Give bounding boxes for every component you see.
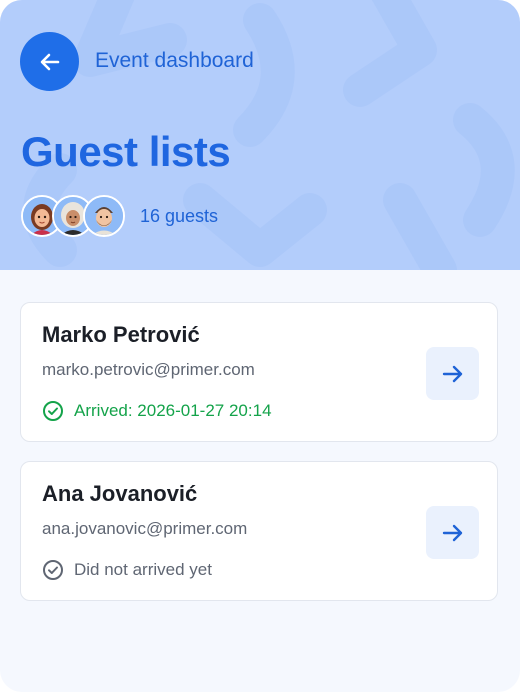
arrow-left-icon — [40, 53, 59, 70]
guest-card[interactable]: Ana Jovanović ana.jovanovic@primer.com D… — [20, 461, 498, 601]
back-button[interactable] — [20, 32, 79, 91]
guest-lists-screen: Event dashboard Guest lists 16 guests Ma… — [0, 0, 520, 692]
guest-name: Ana Jovanović — [42, 481, 198, 506]
arrow-right-icon — [442, 365, 462, 382]
header: Event dashboard Guest lists 16 guests — [0, 0, 520, 270]
guest-status-text: Did not arrived yet — [74, 560, 212, 579]
check-circle-icon — [42, 559, 64, 581]
man-avatar-icon — [85, 197, 123, 235]
open-guest-button[interactable] — [426, 347, 479, 400]
guest-email: marko.petrovic@primer.com — [42, 360, 255, 379]
avatar — [83, 195, 125, 237]
guest-card[interactable]: Marko Petrović marko.petrovic@primer.com… — [20, 302, 498, 442]
arrow-right-icon — [442, 524, 462, 541]
guest-avatars — [21, 195, 131, 237]
guest-email: ana.jovanovic@primer.com — [42, 519, 248, 538]
guest-status: Arrived: 2026-01-27 20:14 — [42, 400, 272, 422]
back-link-label[interactable]: Event dashboard — [95, 48, 254, 74]
guest-status: Did not arrived yet — [42, 559, 212, 581]
guest-name: Marko Petrović — [42, 322, 200, 347]
open-guest-button[interactable] — [426, 506, 479, 559]
guest-status-text: Arrived: 2026-01-27 20:14 — [74, 401, 272, 420]
guest-count: 16 guests — [140, 206, 219, 226]
page-title: Guest lists — [21, 128, 231, 175]
check-circle-icon — [42, 400, 64, 422]
